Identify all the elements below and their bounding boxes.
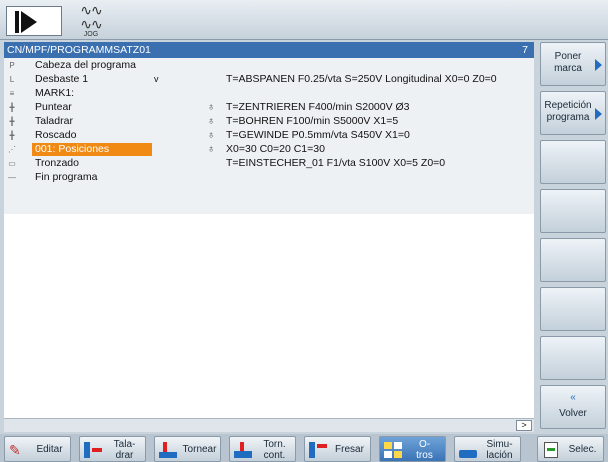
program-line[interactable]: ╋ Puntear ♁ T=ZENTRIEREN F400/min S2000V… <box>4 101 534 114</box>
line-name: Desbaste 1 <box>35 73 89 85</box>
line-name: Tronzado <box>35 157 79 169</box>
mark-icon: ≡ <box>9 89 15 98</box>
line-params: T=ABSPANEN F0.25/vta S=250V Longitudinal… <box>226 73 497 85</box>
line-name: Fin programa <box>35 171 98 183</box>
horizontal-softkey-bar: ✎ Editar Tala-drar Tornear Torn. cont. Fr… <box>0 434 608 462</box>
expand-marker: v <box>154 74 159 84</box>
softkey-label-line2: drar <box>115 450 134 461</box>
roughing-icon: L <box>9 75 15 84</box>
double-chevron-left-icon: « <box>570 392 576 403</box>
softkey-label-line2: marca <box>554 63 582 74</box>
program-line[interactable]: ╋ Taladrar ♁ T=BOHREN F100/min S5000V X1… <box>4 115 534 128</box>
drill-icon <box>84 442 102 458</box>
edit-softkey[interactable]: ✎ Editar <box>4 436 71 462</box>
program-line[interactable]: ≡ MARK1: <box>4 87 534 100</box>
contour-turning-softkey[interactable]: Torn. cont. <box>229 436 296 462</box>
program-lines: P Cabeza del programa L Desbaste 1 v T=A… <box>4 58 534 214</box>
turning-icon <box>159 442 177 458</box>
softkey-label-line2: tros <box>416 450 433 461</box>
line-name: Cabeza del programa <box>35 59 136 71</box>
softkey-label-line2: lación <box>486 450 513 461</box>
program-line-selected[interactable]: ⋰ 001: Posiciones ♁ X0=30 C0=20 C1=30 <box>4 143 534 156</box>
softkey-label-line1: Torn. <box>263 439 286 450</box>
program-line[interactable]: L Desbaste 1 v T=ABSPANEN F0.25/vta S=25… <box>4 73 534 86</box>
program-mode-indicator <box>6 6 62 36</box>
line-name: Roscado <box>35 129 77 141</box>
empty-softkey[interactable] <box>540 238 606 282</box>
jog-label: JOG <box>83 31 99 38</box>
line-name: Puntear <box>35 101 72 113</box>
program-line[interactable]: P Cabeza del programa <box>4 59 534 72</box>
horizontal-scrollbar[interactable]: > <box>4 418 534 432</box>
triangle-right-icon <box>595 59 602 71</box>
softkey-label-line2: programa <box>546 112 590 123</box>
empty-softkey[interactable] <box>540 336 606 380</box>
others-grid-icon <box>384 442 402 458</box>
cycle-link-icon: ♁ <box>207 101 215 113</box>
drill-icon: ╋ <box>9 117 15 126</box>
set-mark-softkey[interactable]: Poner marca <box>540 42 606 86</box>
contour-turning-icon <box>234 442 252 458</box>
jog-mode-icon: ∿∿ ∿∿ JOG <box>72 2 110 38</box>
jog-wave-icon: ∿∿ ∿∿ <box>80 2 102 32</box>
program-header-icon: P <box>9 61 15 70</box>
pencil-icon: ✎ <box>9 442 21 458</box>
program-line-count: 7 <box>522 44 528 56</box>
line-params: T=GEWINDE P0.5mm/vta S450V X1=0 <box>226 129 410 141</box>
program-editor[interactable]: P Cabeza del programa L Desbaste 1 v T=A… <box>4 58 534 418</box>
triangle-right-icon <box>595 108 602 120</box>
line-params: T=BOHREN F100/min S5000V X1=5 <box>226 115 399 127</box>
scroll-right-button[interactable]: > <box>516 420 532 431</box>
play-arrow-icon <box>21 11 37 33</box>
back-softkey[interactable]: « Volver <box>540 385 606 429</box>
mode-bar-icon <box>15 11 19 33</box>
parting-icon: ▭ <box>8 159 16 168</box>
softkey-label-line1: Poner <box>554 51 582 62</box>
softkey-label-line1: O- <box>418 439 431 450</box>
repeat-program-softkey[interactable]: Repetición programa <box>540 91 606 135</box>
empty-softkey[interactable] <box>540 140 606 184</box>
mill-softkey[interactable]: Fresar <box>304 436 371 462</box>
softkey-label: Tornear <box>182 444 217 455</box>
centering-icon: ╋ <box>9 103 15 112</box>
program-path: CN/MPF/PROGRAMMSATZ01 <box>7 44 151 56</box>
cycle-link-icon: ♁ <box>207 143 215 155</box>
softkey-label-line1: Tala- <box>113 439 136 450</box>
program-line[interactable]: — Fin programa <box>4 171 534 184</box>
top-status-bar: ∿∿ ∿∿ JOG <box>0 0 608 40</box>
simulation-softkey[interactable]: Simu-lación <box>454 436 521 462</box>
empty-softkey[interactable] <box>540 287 606 331</box>
milling-icon <box>309 442 327 458</box>
turn-softkey[interactable]: Tornear <box>154 436 221 462</box>
empty-softkey[interactable] <box>540 189 606 233</box>
line-params: T=ZENTRIEREN F400/min S2000V Ø3 <box>226 101 410 113</box>
cycle-link-icon: ♁ <box>207 129 215 141</box>
program-end-icon: — <box>8 173 16 182</box>
vertical-softkey-bar: Poner marca Repetición programa « Volver <box>538 40 608 434</box>
line-params: X0=30 C0=20 C1=30 <box>226 143 325 155</box>
others-softkey[interactable]: O-tros <box>379 436 446 462</box>
program-line[interactable]: ╋ Roscado ♁ T=GEWINDE P0.5mm/vta S450V X… <box>4 129 534 142</box>
softkey-label-line1: Simu- <box>486 439 513 450</box>
cycle-link-icon: ♁ <box>207 115 215 127</box>
softkey-label-line2: cont. <box>263 450 286 461</box>
simulation-icon <box>459 442 477 458</box>
program-path-bar: CN/MPF/PROGRAMMSATZ01 7 <box>4 42 534 58</box>
softkey-label: Fresar <box>335 444 364 455</box>
back-label: Volver <box>559 408 587 419</box>
select-softkey[interactable]: Selec. <box>537 436 604 462</box>
softkey-label: Selec. <box>568 444 597 455</box>
line-name: MARK1: <box>35 87 75 99</box>
line-params: T=EINSTECHER_01 F1/vta S100V X0=5 Z0=0 <box>226 157 446 169</box>
line-name: 001: Posiciones <box>32 143 152 156</box>
select-checklist-icon <box>542 442 560 458</box>
positions-icon: ⋰ <box>8 145 16 154</box>
line-name: Taladrar <box>35 115 73 127</box>
tapping-icon: ╋ <box>9 131 15 140</box>
program-line[interactable]: ▭ Tronzado T=EINSTECHER_01 F1/vta S100V … <box>4 157 534 170</box>
drill-softkey[interactable]: Tala-drar <box>79 436 146 462</box>
softkey-label-line1: Repetición <box>544 100 592 111</box>
softkey-label: Editar <box>36 444 63 455</box>
